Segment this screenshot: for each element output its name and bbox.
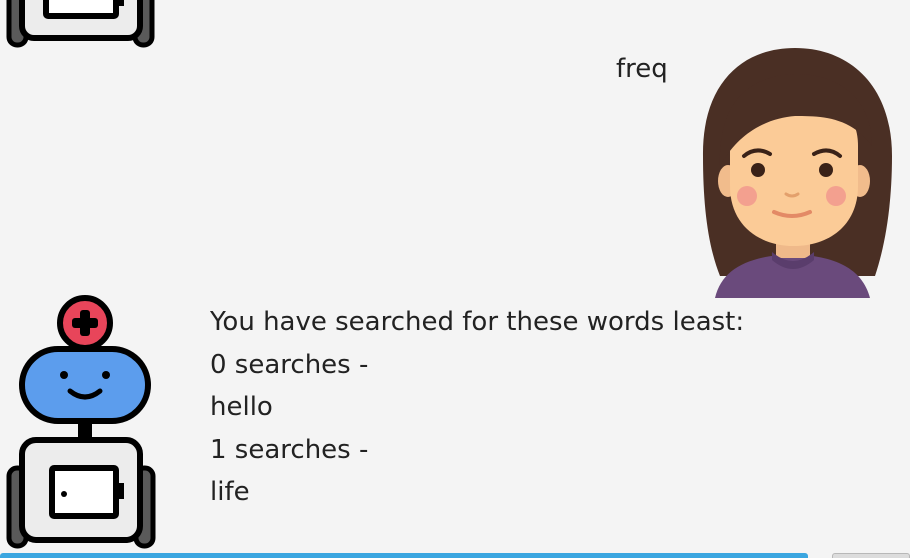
bot-message-line: life: [210, 477, 250, 507]
message-input[interactable]: [0, 553, 808, 558]
robot-icon: [6, 0, 155, 48]
girl-avatar-icon: [702, 48, 892, 298]
bot-message-header: You have searched for these words least:: [210, 307, 745, 337]
bot-message: You have searched for these words least:…: [210, 301, 744, 514]
user-message: freq: [616, 54, 668, 84]
robot-icon: [6, 295, 156, 549]
bot-message-line: hello: [210, 392, 273, 422]
send-button[interactable]: [832, 553, 910, 558]
bot-message-line: 1 searches -: [210, 434, 369, 465]
bot-message-line: 0 searches -: [210, 349, 369, 380]
